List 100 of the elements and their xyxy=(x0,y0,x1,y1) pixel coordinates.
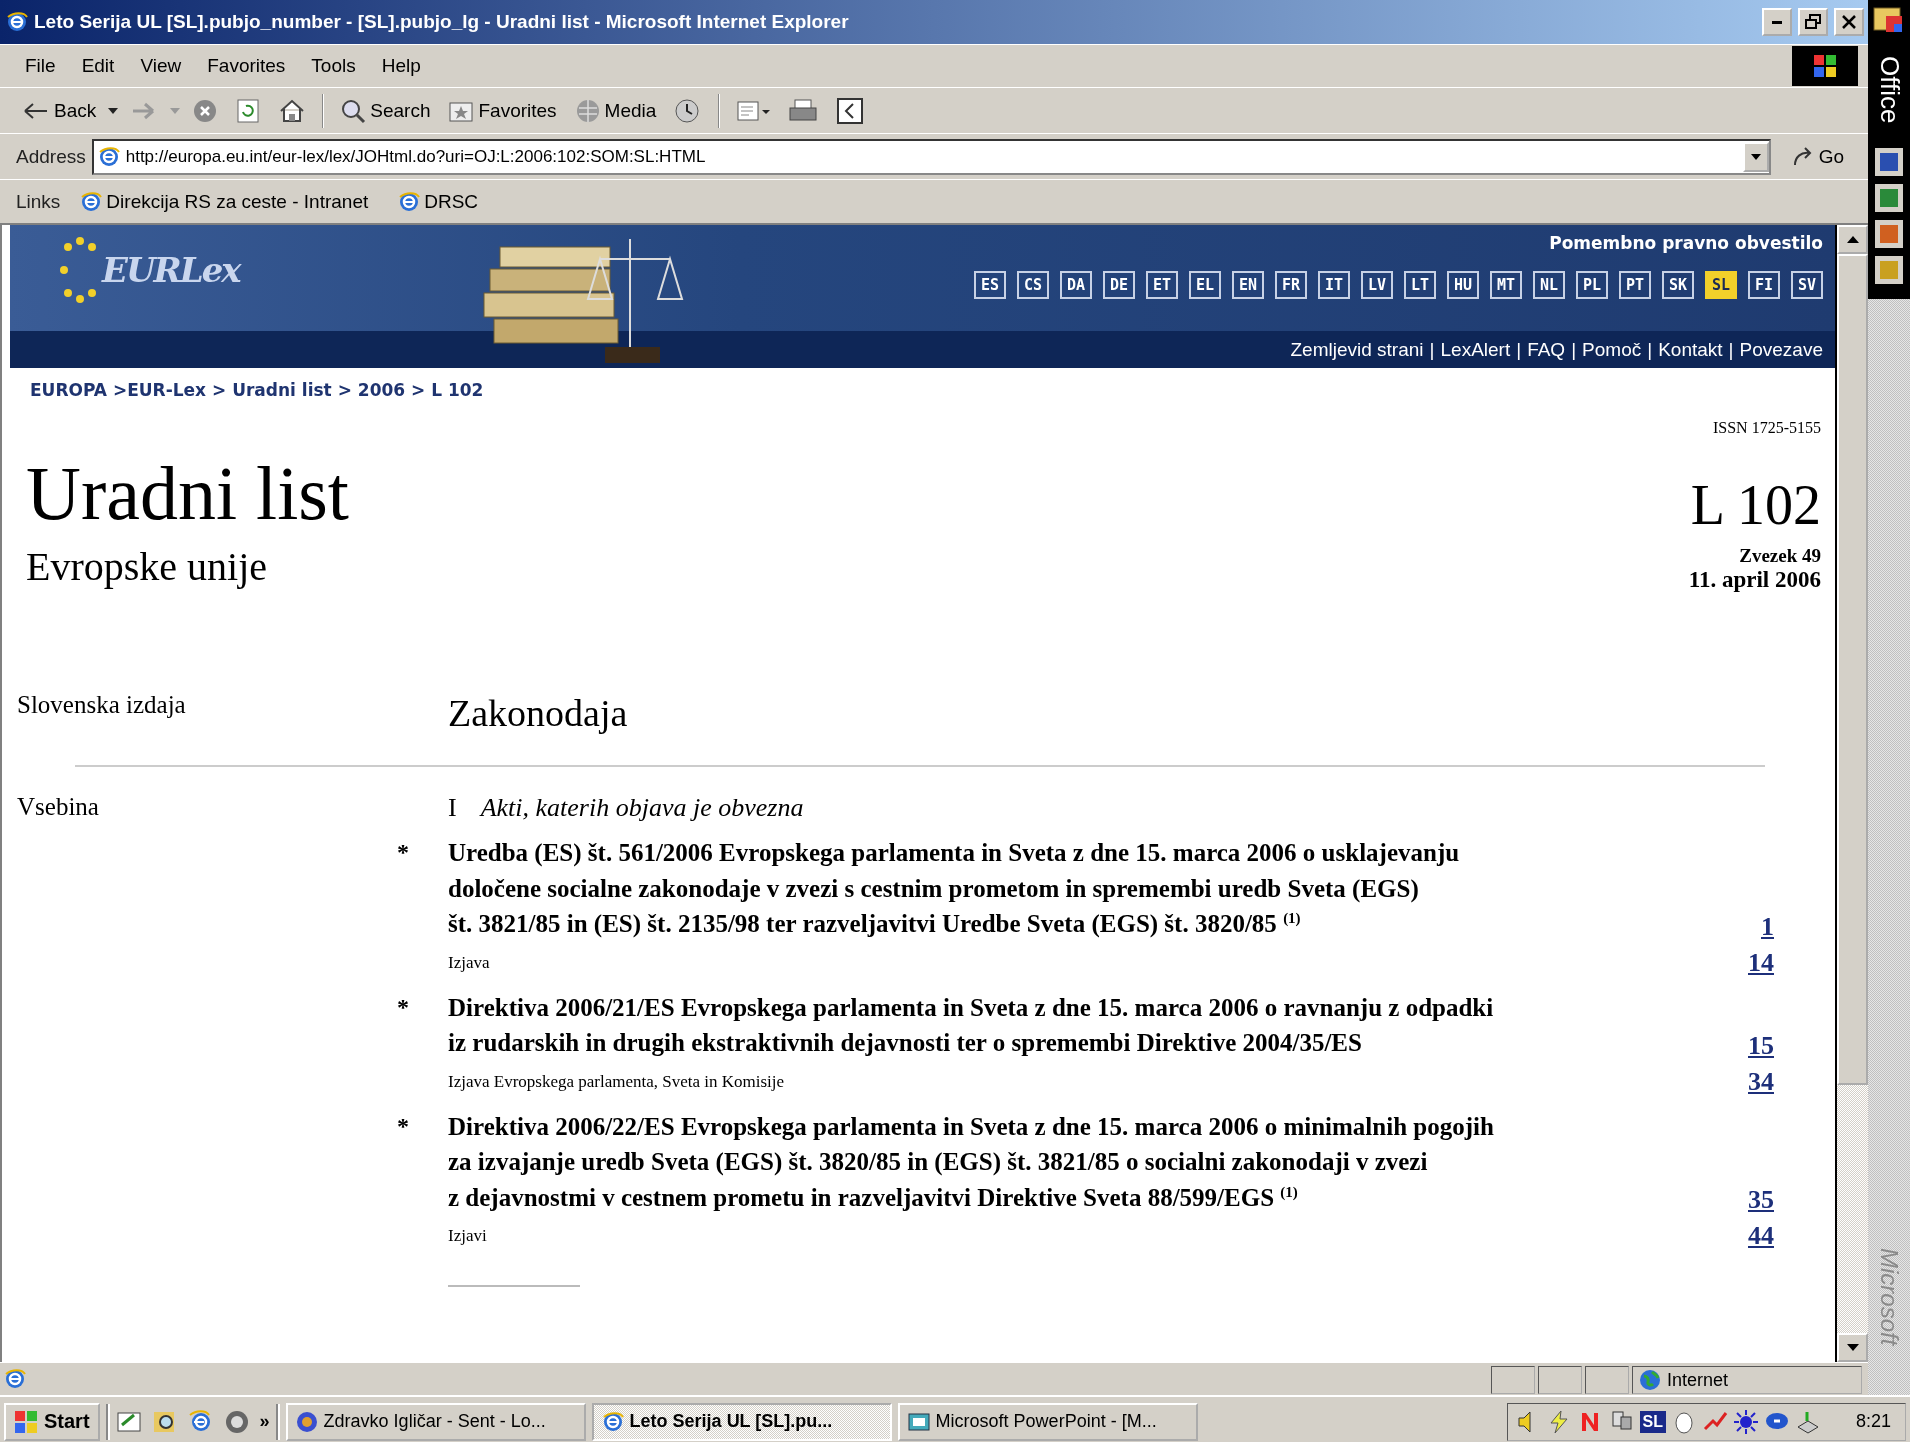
entry-title-line[interactable]: Direktiva 2006/22/ES Evropskega parlamenta in Sveta z dne 15. marca 2006 o minimalnih pogojih xyxy=(448,1108,1664,1144)
nav-link[interactable]: Zemljevid strani xyxy=(1290,338,1424,361)
journal-subtitle: Evropske unije xyxy=(26,543,269,590)
app-icon xyxy=(601,1410,624,1433)
language-button[interactable]: LT xyxy=(1404,271,1436,299)
separator: | xyxy=(1647,338,1653,361)
link-item[interactable]: DRSC xyxy=(398,190,479,213)
zone-indicator: Internet xyxy=(1632,1366,1862,1394)
page-link[interactable]: 34 xyxy=(1748,1066,1774,1097)
entry-title-line[interactable]: Direktiva 2006/21/ES Evropskega parlamenta in Sveta z dne 15. marca 2006 o ravnanju z odpadki xyxy=(448,989,1664,1025)
entry-title-line[interactable]: iz rudarskih in drugih ekstraktivnih dejavnosti ter o spremembi Direktive 2004/35/ES xyxy=(448,1025,1664,1061)
language-button[interactable]: SK xyxy=(1662,271,1694,299)
language-button[interactable]: DA xyxy=(1060,271,1092,299)
language-button[interactable]: EL xyxy=(1189,271,1221,299)
page-link[interactable]: 15 xyxy=(1748,1030,1774,1061)
language-button[interactable]: SV xyxy=(1791,271,1823,299)
address-field[interactable]: http://europa.eu.int/eur-lex/lex/JOHtml.do?uri=OJ:L:2006:102:SOM:SL:HTML xyxy=(91,138,1771,175)
language-indicator[interactable]: SL xyxy=(1639,1410,1666,1433)
start-button[interactable]: Start xyxy=(4,1402,100,1441)
key-icon[interactable] xyxy=(1874,255,1904,286)
volume-label: Zvezek 49 xyxy=(1739,545,1821,567)
go-button[interactable]: Go xyxy=(1776,142,1858,171)
part-title: Akti, katerih objava je obvezna xyxy=(480,793,804,823)
browser-icon xyxy=(6,11,28,33)
language-button[interactable]: SL xyxy=(1705,271,1737,299)
scroll-up-button[interactable] xyxy=(1837,225,1868,254)
language-button[interactable]: ET xyxy=(1146,271,1178,299)
more-button[interactable]: » xyxy=(259,1411,270,1432)
office-bar-brand: Microsoft xyxy=(1875,1247,1903,1345)
taskbar-button[interactable]: Leto Serija UL [SL].pu... xyxy=(591,1402,892,1441)
bullet-mark: * xyxy=(397,992,410,1021)
language-button[interactable]: NL xyxy=(1533,271,1565,299)
word-icon[interactable] xyxy=(1874,147,1904,178)
nav-link[interactable]: Pomoč xyxy=(1582,338,1642,361)
nav-link[interactable]: FAQ xyxy=(1527,338,1566,361)
separator: | xyxy=(1728,338,1734,361)
part-numeral: I xyxy=(448,793,457,823)
legal-notice-link[interactable]: Pomembno pravno obvestilo xyxy=(1549,233,1823,253)
minimize-button[interactable] xyxy=(1762,8,1792,36)
breadcrumb-trail[interactable]: EUROPA >EUR-Lex > Uradni list > 2006 > L 102 xyxy=(10,368,1821,407)
dropdown-button[interactable] xyxy=(1742,141,1769,172)
menu-item[interactable]: Tools xyxy=(298,51,369,81)
caret-icon xyxy=(1846,236,1859,243)
excel-icon[interactable] xyxy=(1874,183,1904,214)
scroll-down-button[interactable] xyxy=(1837,1333,1868,1362)
flag-icon xyxy=(1812,53,1838,79)
close-icon xyxy=(1840,13,1858,31)
issue-date: 11. april 2006 xyxy=(1688,567,1821,593)
page-link[interactable]: 35 xyxy=(1748,1185,1774,1215)
page-link[interactable]: 14 xyxy=(1748,947,1774,978)
language-button[interactable]: LV xyxy=(1361,271,1393,299)
language-button[interactable]: HU xyxy=(1447,271,1479,299)
language-button[interactable]: CS xyxy=(1017,271,1049,299)
entry-title-line[interactable]: št. 3821/85 in (ES) št. 2135/98 ter razveljavitvi Uredbe Sveta (EGS) št. 3820/85 $^{(1)}$ xyxy=(448,906,1664,942)
back-button[interactable]: Back xyxy=(16,97,103,124)
language-button[interactable]: FR xyxy=(1275,271,1307,299)
nav-link[interactable]: LexAlert xyxy=(1440,338,1511,361)
menu-item[interactable]: Favorites xyxy=(194,51,299,81)
nav-link[interactable]: Povezave xyxy=(1739,338,1823,361)
language-button[interactable]: FI xyxy=(1748,271,1780,299)
nav-link[interactable]: Kontakt xyxy=(1658,338,1723,361)
entry-title-line[interactable]: za izvajanje uredb Sveta (EGS) št. 3820/85 in (EGS) št. 3821/85 o socialni zakonodaji v zvezi xyxy=(448,1144,1664,1180)
search-button[interactable]: Search xyxy=(334,95,437,126)
language-button[interactable]: DE xyxy=(1103,271,1135,299)
page-icon xyxy=(398,190,421,213)
language-button[interactable]: MT xyxy=(1490,271,1522,299)
language-button[interactable]: PL xyxy=(1576,271,1608,299)
separator: | xyxy=(1429,338,1435,361)
powerpoint-icon[interactable] xyxy=(1874,219,1904,250)
language-button[interactable]: PT xyxy=(1619,271,1651,299)
close-button[interactable] xyxy=(1834,8,1864,36)
language-button[interactable]: ES xyxy=(974,271,1006,299)
taskbar-button[interactable]: Zdravko Igličar - Sent - Lo... xyxy=(285,1402,586,1441)
scrollbar[interactable] xyxy=(1837,225,1868,1362)
page-icon xyxy=(97,145,120,168)
taskbar-button[interactable]: Microsoft PowerPoint - [M... xyxy=(897,1402,1198,1441)
language-button[interactable]: EN xyxy=(1232,271,1264,299)
entry-title-line[interactable]: z dejavnostmi v cestnem prometu in razveljavitvi Direktive Sveta 88/599/EGS $^{(1)}$ xyxy=(448,1179,1664,1215)
menu-item[interactable]: File xyxy=(12,51,69,81)
menu-item[interactable]: Edit xyxy=(68,51,128,81)
entry-title-line[interactable]: določene socialne zakonodaje v zvezi s cestnim prometom in spremembi uredb Sveta (EGS) xyxy=(448,870,1664,906)
contents-label: Vsebina xyxy=(16,793,100,821)
page-link[interactable]: 44 xyxy=(1748,1221,1774,1251)
menu-item[interactable]: View xyxy=(127,51,195,81)
restore-button[interactable] xyxy=(1798,8,1828,36)
page-link[interactable]: 1 xyxy=(1761,911,1774,942)
link-item[interactable]: Direkcija RS za ceste - Intranet xyxy=(80,190,369,213)
language-button[interactable]: IT xyxy=(1318,271,1350,299)
sun-icon[interactable] xyxy=(1732,1408,1759,1435)
favorites-button[interactable]: Favorites xyxy=(442,96,563,125)
clock-time: 8:21 xyxy=(1855,1411,1891,1432)
separator: | xyxy=(1571,338,1577,361)
entry-title-line[interactable]: Uredba (ES) št. 561/2006 Evropskega parlamenta in Sveta z dne 15. marca 2006 o usklajevanju xyxy=(448,835,1664,871)
scroll-thumb[interactable] xyxy=(1837,254,1868,1085)
media-button[interactable]: Media xyxy=(568,95,663,126)
caret-icon xyxy=(1750,153,1761,160)
caret-icon[interactable] xyxy=(108,106,119,115)
menu-item[interactable]: Help xyxy=(368,51,434,81)
journal-title: Uradni list xyxy=(26,455,349,531)
issn-number: ISSN 1725-5155 xyxy=(1713,419,1821,437)
